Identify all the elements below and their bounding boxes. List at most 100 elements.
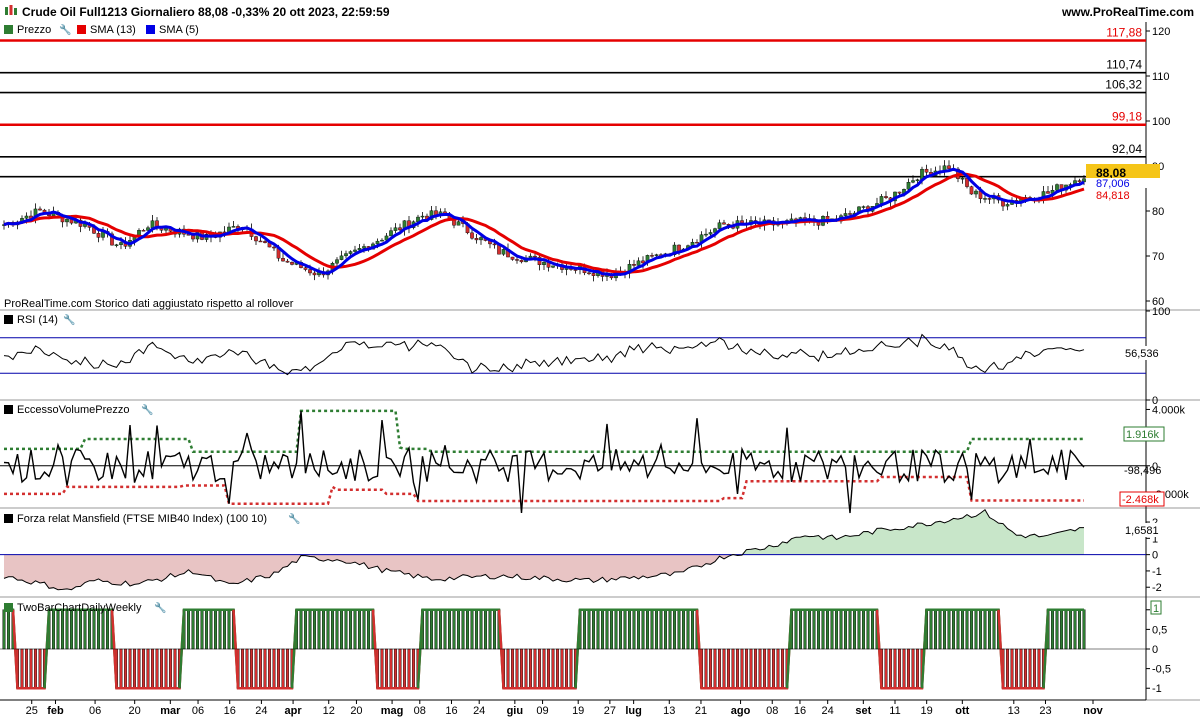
twobar-bar [353,609,357,650]
candle [65,218,69,223]
wrench-icon[interactable]: 🔧 [59,23,71,36]
legend-price[interactable]: Prezzo 🔧 SMA (13) SMA (5) [4,23,199,36]
candle [677,244,681,252]
site-url[interactable]: www.ProRealTime.com [1062,5,1194,19]
twobar-bar [866,609,870,650]
candle [501,249,506,255]
wrench-icon[interactable]: 🔧 [288,512,300,525]
twobar-bar [776,648,780,689]
chart-canvas[interactable]: 60708090100110120117,88110,74106,3299,18… [0,22,1200,720]
candle [258,240,263,243]
twobar-bar [240,648,244,689]
twobar-bar [380,648,384,689]
y-tick-label: 0,5 [1152,624,1167,636]
candle [348,251,353,254]
twobar-bar [6,609,10,650]
candle [960,177,965,180]
candle [650,255,654,257]
twobar-bar [385,648,389,689]
twobar-bar [614,609,618,650]
wrench-icon[interactable]: 🔧 [63,313,75,326]
level-label: 92,04 [1112,142,1142,156]
twobar-bar [277,648,281,689]
twobar-bar [686,609,690,650]
wrench-icon[interactable]: 🔧 [141,403,153,416]
twobar-bar [358,609,362,650]
twobar-bar [821,609,825,650]
twobar-bar [884,648,888,689]
twobar-bar [299,609,303,650]
twobar-bar [137,648,141,689]
twobar-bar [69,609,73,650]
twobar-bar [668,609,672,650]
candle [987,198,992,200]
x-tick-label: ott [955,705,969,717]
legend-mansfield[interactable]: Forza relat Mansfield (FTSE MIB40 Index)… [4,512,300,525]
twobar-bar [389,648,393,689]
twobar-bar [362,609,366,650]
twobar-bar [159,648,163,689]
twobar-bar [227,609,231,650]
twobar-bar [398,648,402,689]
twobar-bar [533,648,537,689]
candle [695,241,699,244]
x-tick-label: 21 [695,705,707,717]
legend-twobar-label: TwoBarChartDailyWeekly [17,602,142,614]
twobar-bar [141,648,145,689]
candle [722,222,726,225]
twobar-bar [965,609,969,650]
wrench-icon[interactable]: 🔧 [154,601,166,614]
twobar-bar [74,609,78,650]
twobar-bar [263,648,267,689]
twobar-bar [772,648,776,689]
twobar-bar [1068,609,1072,650]
candle [533,255,537,258]
twobar-bar [592,609,596,650]
twobar-bar [340,609,344,650]
twobar-bar [204,609,208,650]
twobar-bar [844,609,848,650]
candle [231,226,236,228]
x-tick-label: 16 [794,705,806,717]
y-tick-label: -2 [1152,582,1162,594]
twobar-bar [853,609,857,650]
candle [285,260,290,263]
twobar-bar [1059,609,1063,650]
chart-header: Crude Oil Full1213 Giornaliero 88,08 -0,… [0,0,1200,22]
candle [708,232,713,235]
twobar-bar [304,609,308,650]
candle [897,191,902,194]
twobar-bar [200,609,204,650]
twobar-bar [2,609,6,650]
candle [717,222,722,229]
twobar-bar [308,609,312,650]
x-tick-label: 19 [921,705,933,717]
candle [519,259,524,263]
x-tick-label: feb [47,705,64,717]
twobar-bar [799,609,803,650]
twobar-bar [249,648,253,689]
x-tick-label: 16 [224,705,236,717]
twobar-bar [830,609,834,650]
level-label: 110,74 [1106,58,1142,72]
twobar-bar [150,648,154,689]
twobar-bar [394,648,398,689]
twobar-bar [551,648,555,689]
twobar-bar [511,648,515,689]
y-tick-label: 0 [1152,550,1158,562]
x-tick-label: 09 [536,705,548,717]
candle [843,213,848,216]
x-tick-label: nov [1083,705,1103,717]
candle [393,227,398,231]
twobar-bar [1023,648,1027,689]
candle [164,227,168,231]
twobar-bar [213,609,217,650]
x-tick-label: 08 [414,705,426,717]
mansfield-icon [4,514,13,523]
legend-mansfield-label: Forza relat Mansfield (FTSE MIB40 Index)… [17,513,267,525]
twobar-bar [313,609,317,650]
twobar-bar [191,609,195,650]
twobar-bar [105,609,109,650]
twobar-bar [515,648,519,689]
twobar-bar [1028,648,1032,689]
